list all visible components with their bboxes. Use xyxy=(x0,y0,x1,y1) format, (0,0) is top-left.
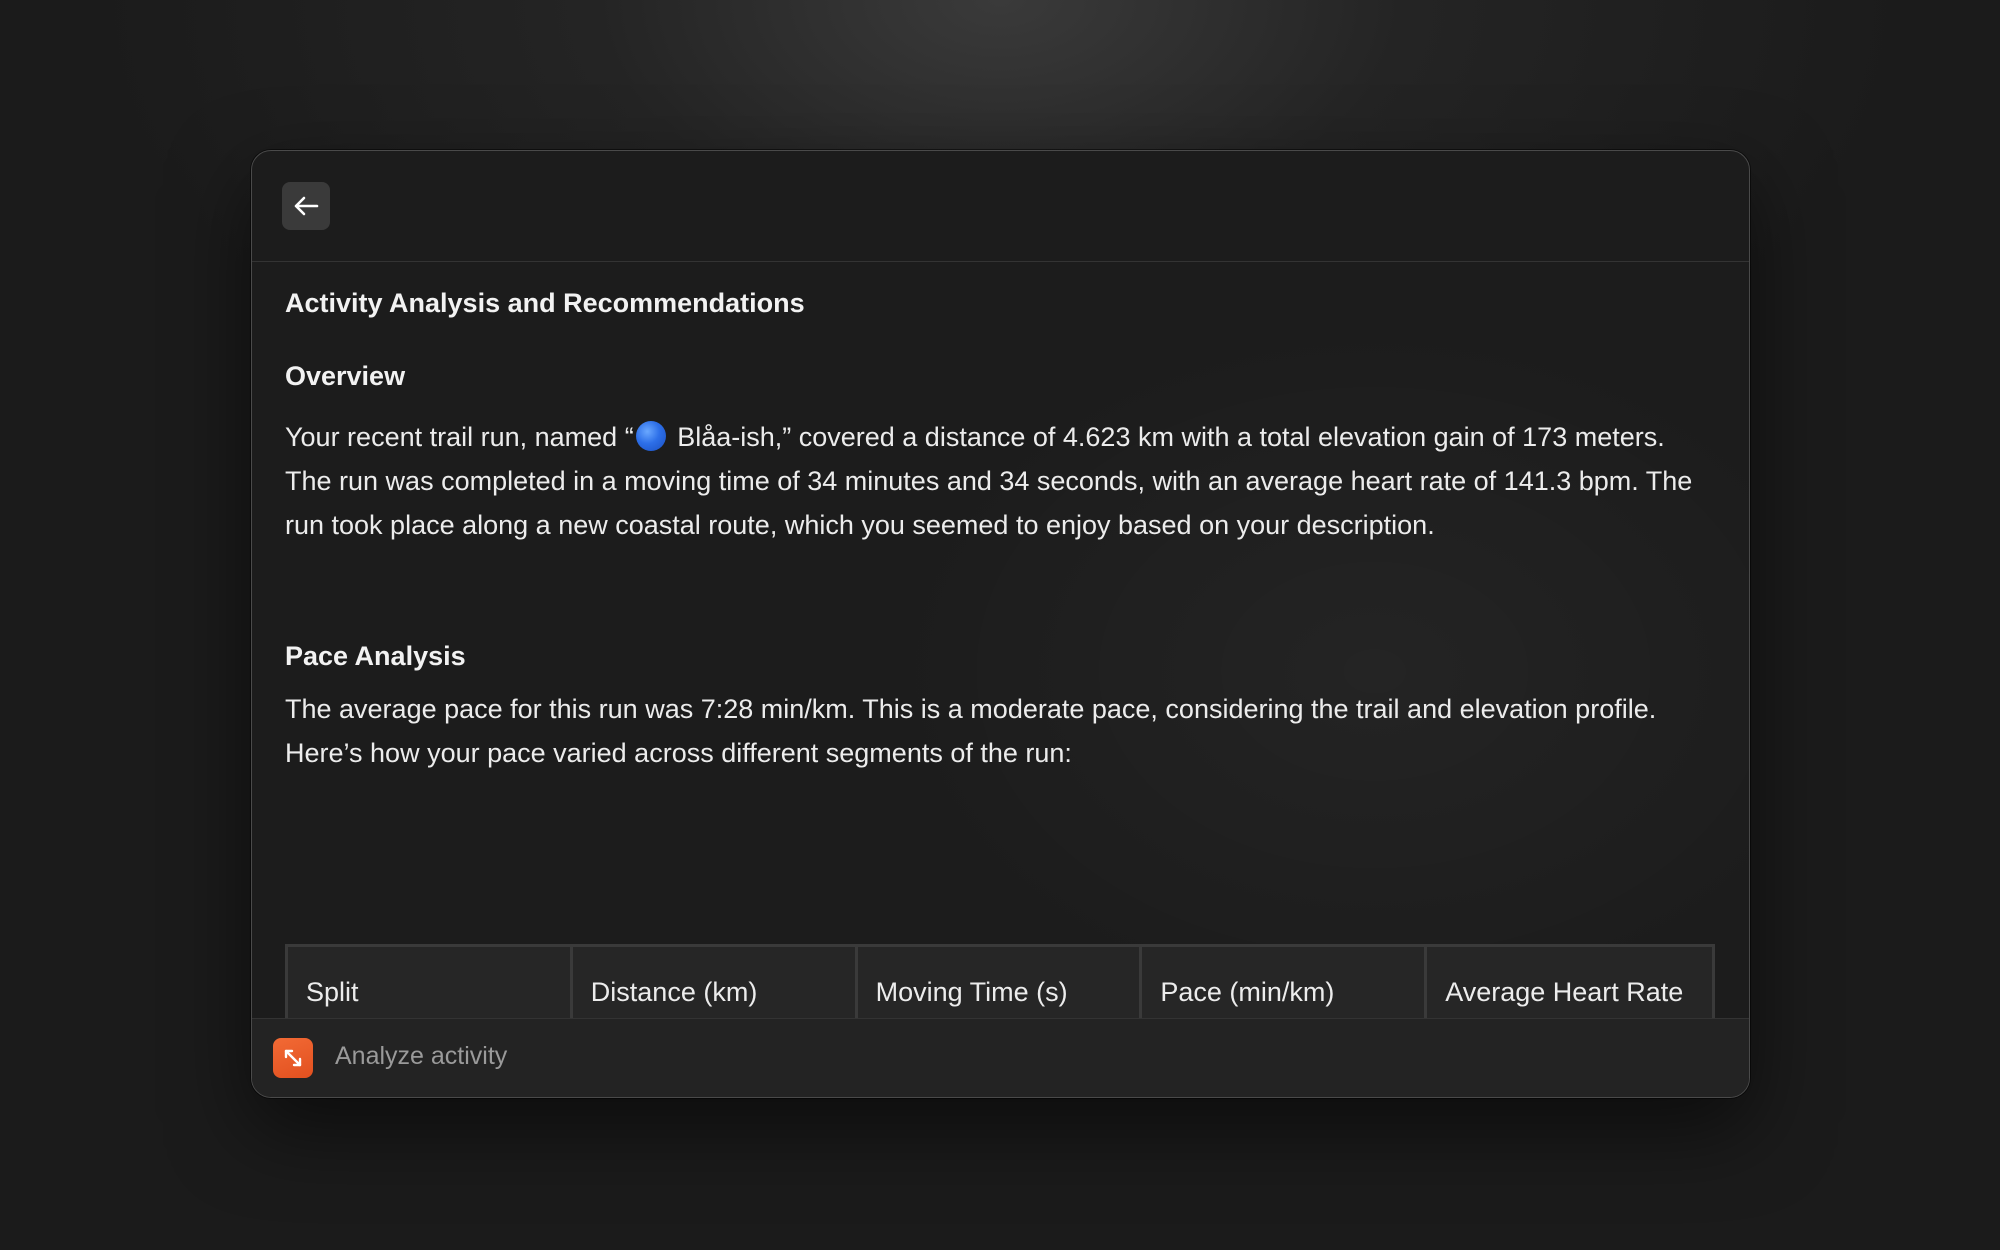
arrows-glyph xyxy=(284,1049,302,1067)
pace-analysis-heading: Pace Analysis xyxy=(285,641,466,671)
scroll-view[interactable]: Activity Analysis and Recommendations Ov… xyxy=(285,263,1715,1097)
back-button[interactable] xyxy=(282,182,330,230)
arrows-expand-icon[interactable] xyxy=(273,1038,313,1078)
document-title: Activity Analysis and Recommendations xyxy=(285,288,805,318)
content-area[interactable]: Activity Analysis and Recommendations Ov… xyxy=(252,263,1749,1097)
extension-window: Activity Analysis and Recommendations Ov… xyxy=(251,150,1750,1098)
top-bar xyxy=(252,151,1749,262)
overview-paragraph: Your recent trail run, named “ Blåa-ish,… xyxy=(285,415,1715,547)
overview-heading: Overview xyxy=(285,361,406,391)
analyze-activity-action[interactable]: Analyze activity xyxy=(335,1042,507,1071)
pace-analysis-paragraph: The average pace for this run was 7:28 m… xyxy=(285,694,1657,768)
blue-circle-icon xyxy=(635,421,666,451)
content-inner: Activity Analysis and Recommendations Ov… xyxy=(285,263,1715,1097)
overview-text-start: Your recent trail run, named “ xyxy=(285,422,634,452)
arrow-left-icon xyxy=(294,196,319,216)
action-bar: Analyze activity xyxy=(252,1018,1749,1097)
